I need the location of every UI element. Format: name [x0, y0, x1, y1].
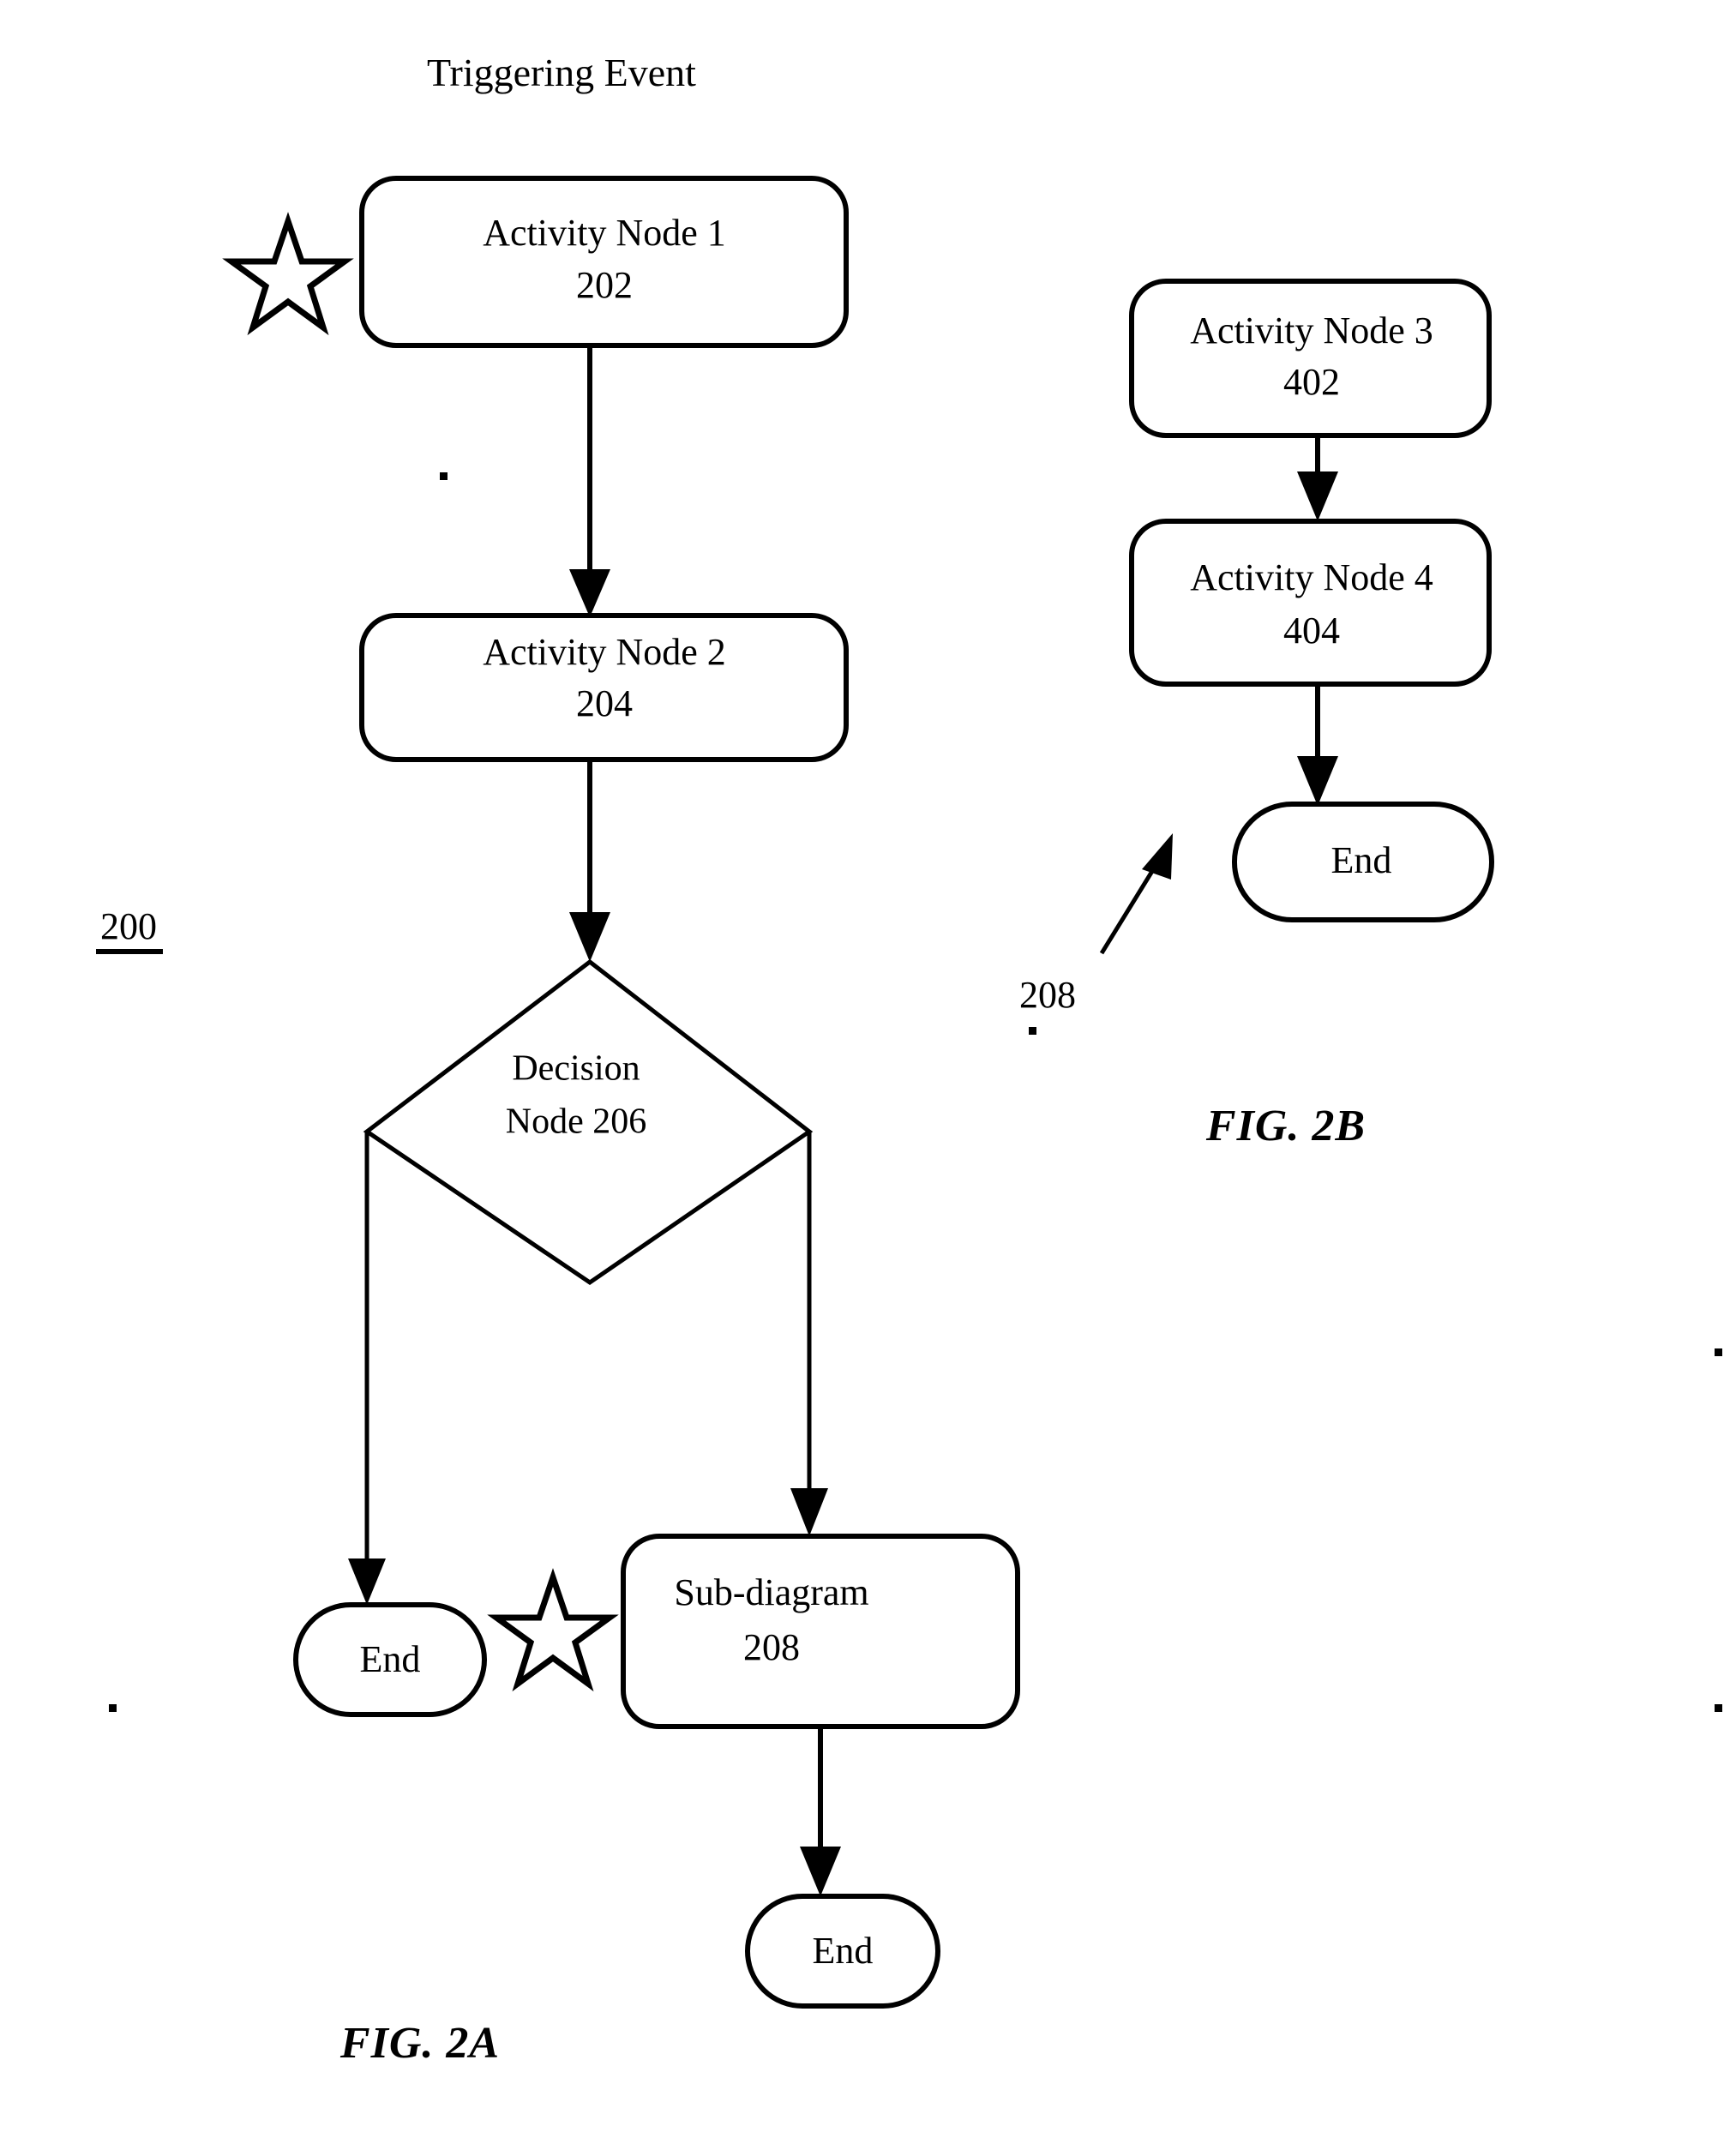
sub-diagram-ref: 208 — [743, 1626, 800, 1668]
patent-figure-canvas: Triggering Event 200 Activity Node 1 202… — [0, 0, 1736, 2132]
activity-node-1[interactable]: Activity Node 1 202 — [359, 176, 849, 348]
diagram-reference-200: 200 — [96, 905, 163, 954]
activity-node-1-ref: 202 — [576, 264, 633, 306]
activity-node-3-ref: 402 — [1283, 361, 1340, 403]
activity-node-3-title: Activity Node 3 — [1190, 309, 1433, 351]
activity-node-1-shape — [359, 176, 849, 348]
activity-node-4[interactable]: Activity Node 4 404 — [1129, 519, 1492, 687]
page-heading: Triggering Event — [427, 51, 696, 94]
decision-node-title: Decision — [512, 1049, 640, 1089]
decision-node-ref: Node 206 — [506, 1102, 646, 1142]
activity-node-4-shape — [1129, 519, 1492, 687]
sub-diagram-shape — [621, 1534, 1020, 1729]
fig-2b-label: FIG. 2B — [1205, 1102, 1366, 1150]
end-bottom-label: End — [813, 1930, 874, 1972]
end-left[interactable]: End — [293, 1602, 487, 1717]
activity-node-4-ref: 404 — [1283, 610, 1340, 652]
end-left-label: End — [360, 1638, 421, 1680]
activity-node-3[interactable]: Activity Node 3 402 — [1129, 279, 1492, 438]
activity-node-4-title: Activity Node 4 — [1190, 556, 1433, 598]
activity-node-1-title: Activity Node 1 — [483, 212, 726, 254]
activity-node-2-title: Activity Node 2 — [483, 631, 726, 673]
end-2b[interactable]: End — [1232, 802, 1494, 922]
end-bottom[interactable]: End — [745, 1894, 940, 2009]
end-2b-label: End — [1331, 839, 1392, 881]
sub-diagram-node[interactable]: Sub-diagram 208 — [621, 1534, 1020, 1729]
diagram-reference-label: 200 — [100, 905, 157, 947]
fig-2a-label: FIG. 2A — [339, 2019, 500, 2068]
callout-208-label: 208 — [1019, 974, 1076, 1016]
sub-diagram-title: Sub-diagram — [674, 1571, 868, 1613]
activity-node-2[interactable]: Activity Node 2 204 — [359, 613, 849, 762]
activity-node-3-shape — [1129, 279, 1492, 438]
activity-node-2-ref: 204 — [576, 682, 633, 724]
